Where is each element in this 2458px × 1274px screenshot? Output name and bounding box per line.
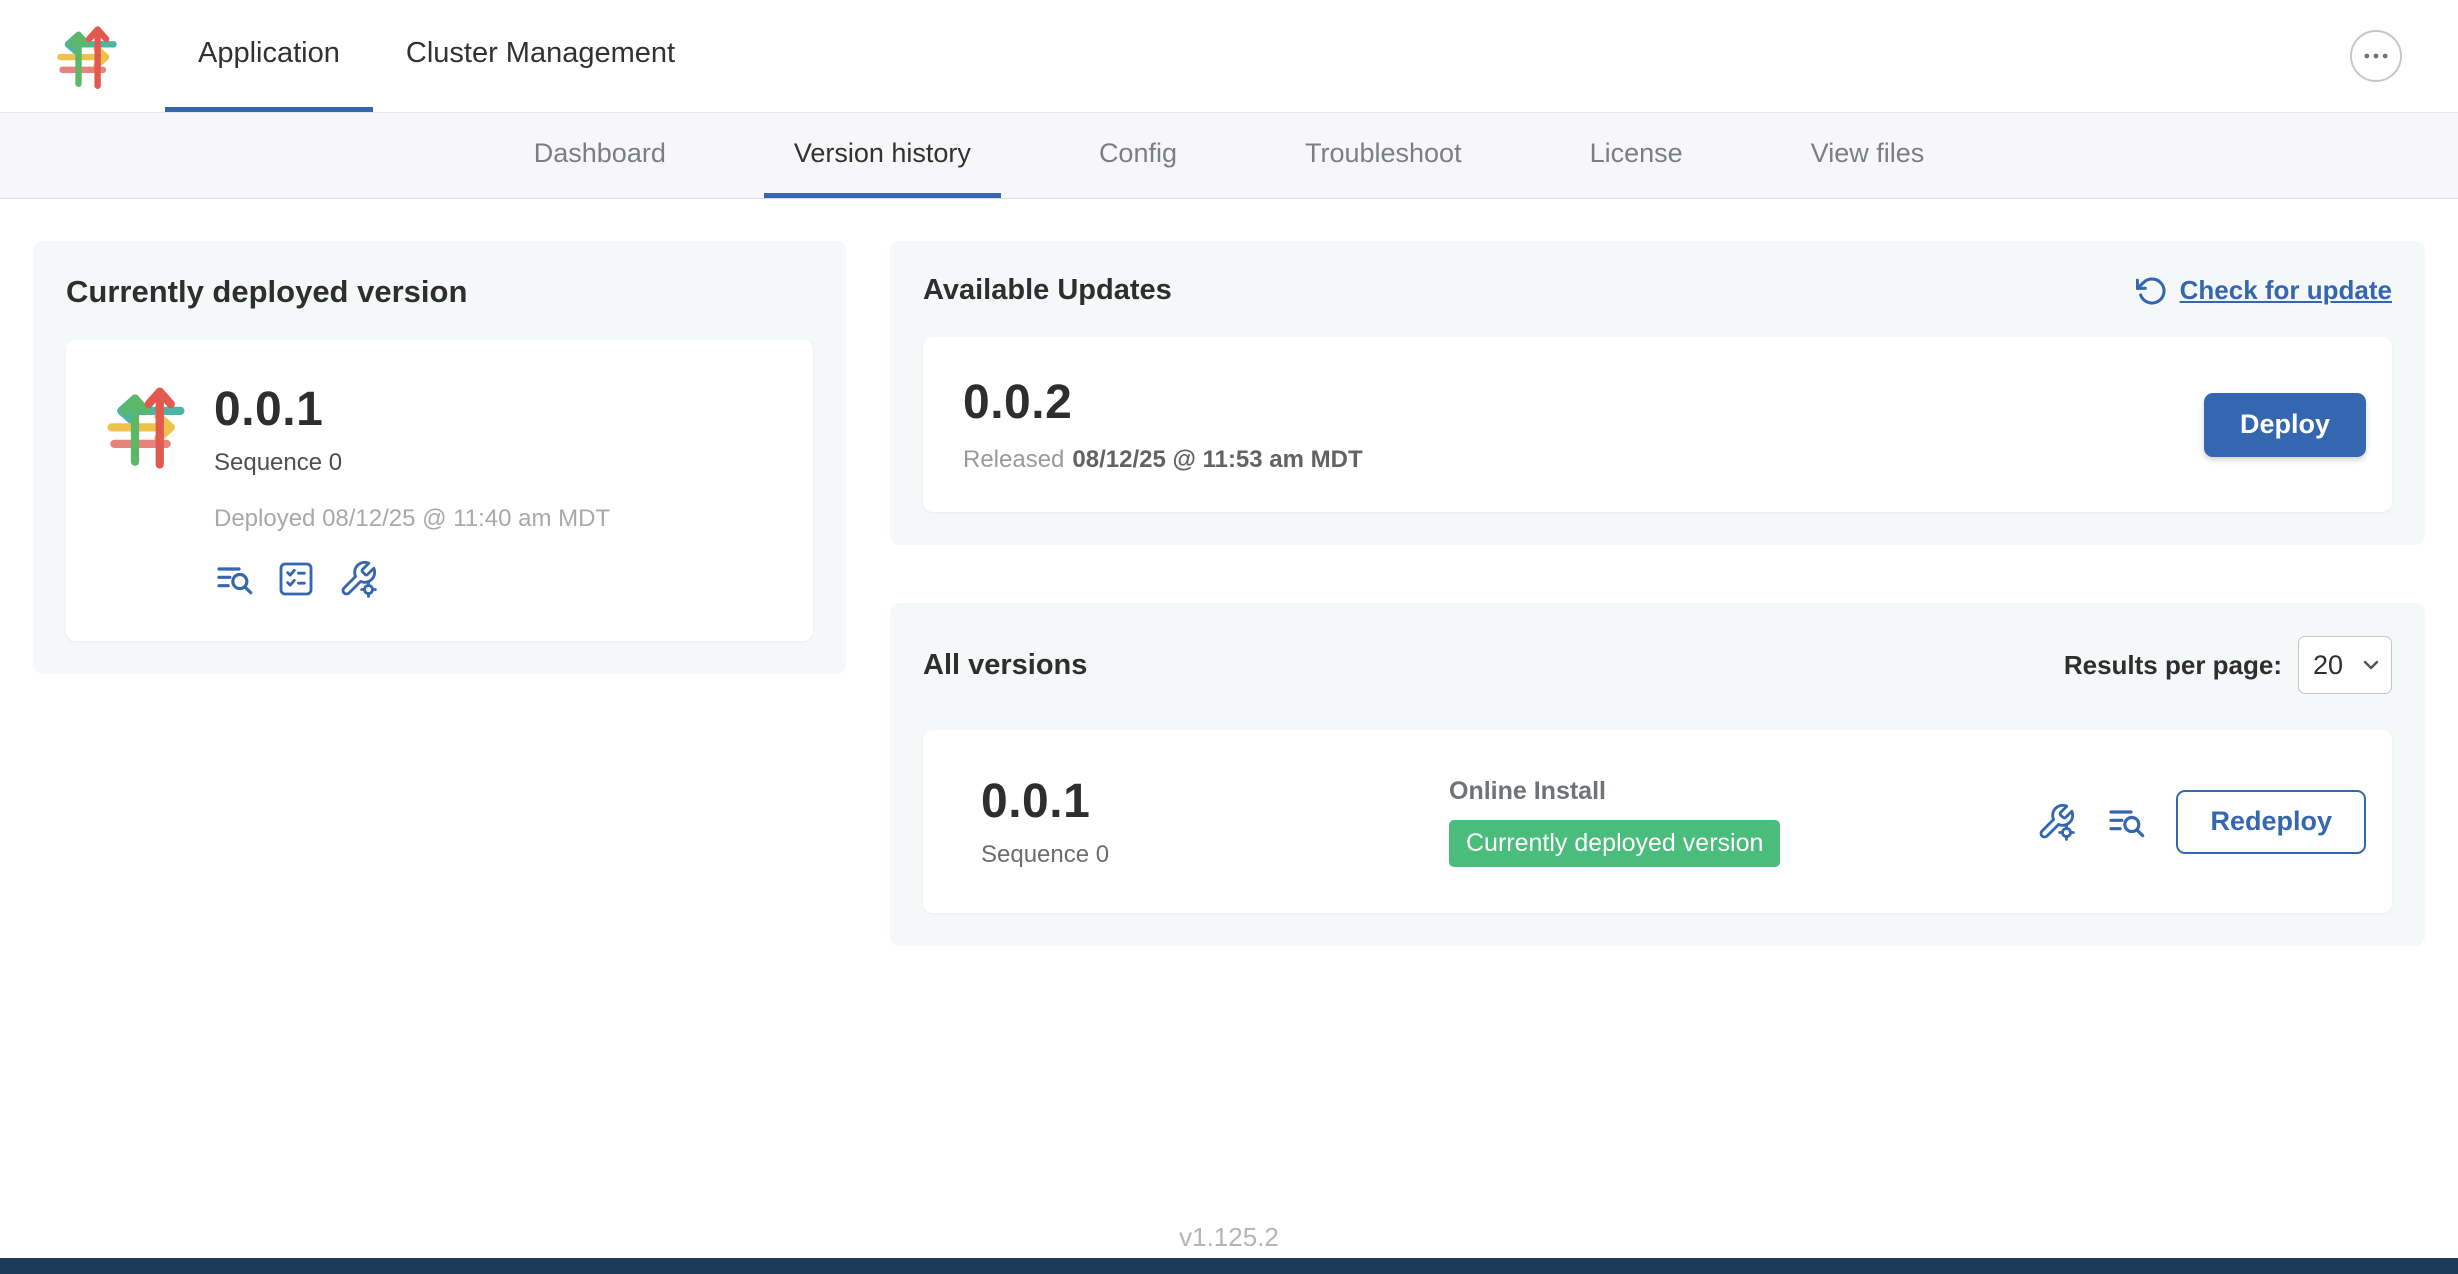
right-column: Available Updates Check for update 0.0.2… [890,241,2425,946]
install-type-label: Online Install [1449,777,1780,806]
update-row: 0.0.2 Released 08/12/25 @ 11:53 am MDT De… [923,337,2392,512]
brand [53,0,121,112]
update-released-line: Released 08/12/25 @ 11:53 am MDT [963,446,1363,474]
subnav-item-troubleshoot[interactable]: Troubleshoot [1275,113,1492,198]
version-row-actions: Redeploy [2036,790,2366,854]
wrench-gear-icon [2036,802,2076,842]
results-per-page-select[interactable]: 20 [2298,636,2392,694]
row-version-number: 0.0.1 [981,774,1449,829]
release-notes-button[interactable] [214,559,254,599]
available-updates-title: Available Updates [923,274,1172,307]
view-config-button[interactable] [338,559,378,599]
deployed-version-number: 0.0.1 [214,382,610,437]
results-per-page: Results per page: 20 [2064,636,2392,694]
release-notes-icon [2106,802,2146,842]
subnav-item-view-files[interactable]: View files [1781,113,1955,198]
version-row: 0.0.1 Sequence 0 Online Install Currentl… [923,730,2392,913]
currently-deployed-card: Currently deployed version 0.0.1 Sequenc… [33,241,846,674]
check-for-update-link[interactable]: Check for update [2136,275,2392,307]
deployed-version-panel: 0.0.1 Sequence 0 Deployed 08/12/25 @ 11:… [66,340,813,641]
tab-application[interactable]: Application [165,0,373,112]
top-nav: Application Cluster Management [0,0,2458,113]
version-row-version-col: 0.0.1 Sequence 0 [981,774,1449,869]
deployed-version-details: 0.0.1 Sequence 0 Deployed 08/12/25 @ 11:… [214,382,610,599]
main-content: Currently deployed version 0.0.1 Sequenc… [0,199,2458,946]
deploy-button[interactable]: Deploy [2204,393,2366,457]
subnav-item-license[interactable]: License [1560,113,1713,198]
results-per-page-select-wrap: 20 [2298,636,2392,694]
checklist-icon [276,559,316,599]
app-sub-nav: Dashboard Version history Config Trouble… [0,113,2458,199]
deployed-sequence: Sequence 0 [214,449,610,477]
release-notes-icon [214,559,254,599]
tab-cluster-management[interactable]: Cluster Management [373,0,708,112]
redeploy-button[interactable]: Redeploy [2176,790,2366,854]
app-logo-icon [102,382,190,470]
preflight-checks-button[interactable] [276,559,316,599]
row-release-notes-button[interactable] [2106,802,2146,842]
refresh-icon [2136,275,2168,307]
update-version-number: 0.0.2 [963,375,1363,430]
currently-deployed-badge: Currently deployed version [1449,820,1780,867]
overflow-menu-button[interactable] [2350,30,2402,82]
deployed-timestamp: Deployed 08/12/25 @ 11:40 am MDT [214,505,610,533]
ellipsis-icon [2359,39,2393,73]
console-version: v1.125.2 [1179,1222,1279,1252]
top-tabs: Application Cluster Management [165,0,708,112]
check-for-update-label: Check for update [2180,275,2392,306]
all-versions-card: All versions Results per page: 20 0.0 [890,603,2425,946]
version-row-install-col: Online Install Currently deployed versio… [1449,777,1780,867]
subnav-item-dashboard[interactable]: Dashboard [504,113,696,198]
deployed-card-title: Currently deployed version [66,274,813,310]
subnav-item-version-history[interactable]: Version history [764,113,1001,198]
page-footer: v1.125.2 [0,1222,2458,1253]
released-prefix: Released [963,446,1064,473]
subnav-item-config[interactable]: Config [1069,113,1207,198]
update-details: 0.0.2 Released 08/12/25 @ 11:53 am MDT [963,375,1363,474]
results-per-page-label: Results per page: [2064,650,2282,681]
deployed-action-icons [214,559,610,599]
all-versions-title: All versions [923,649,1087,682]
released-date: 08/12/25 @ 11:53 am MDT [1072,446,1362,473]
wrench-gear-icon [338,559,378,599]
bottom-edge-strip [0,1258,2458,1274]
row-view-config-button[interactable] [2036,802,2076,842]
app-logo-icon [53,22,121,90]
row-sequence: Sequence 0 [981,841,1449,869]
available-updates-card: Available Updates Check for update 0.0.2… [890,241,2425,545]
